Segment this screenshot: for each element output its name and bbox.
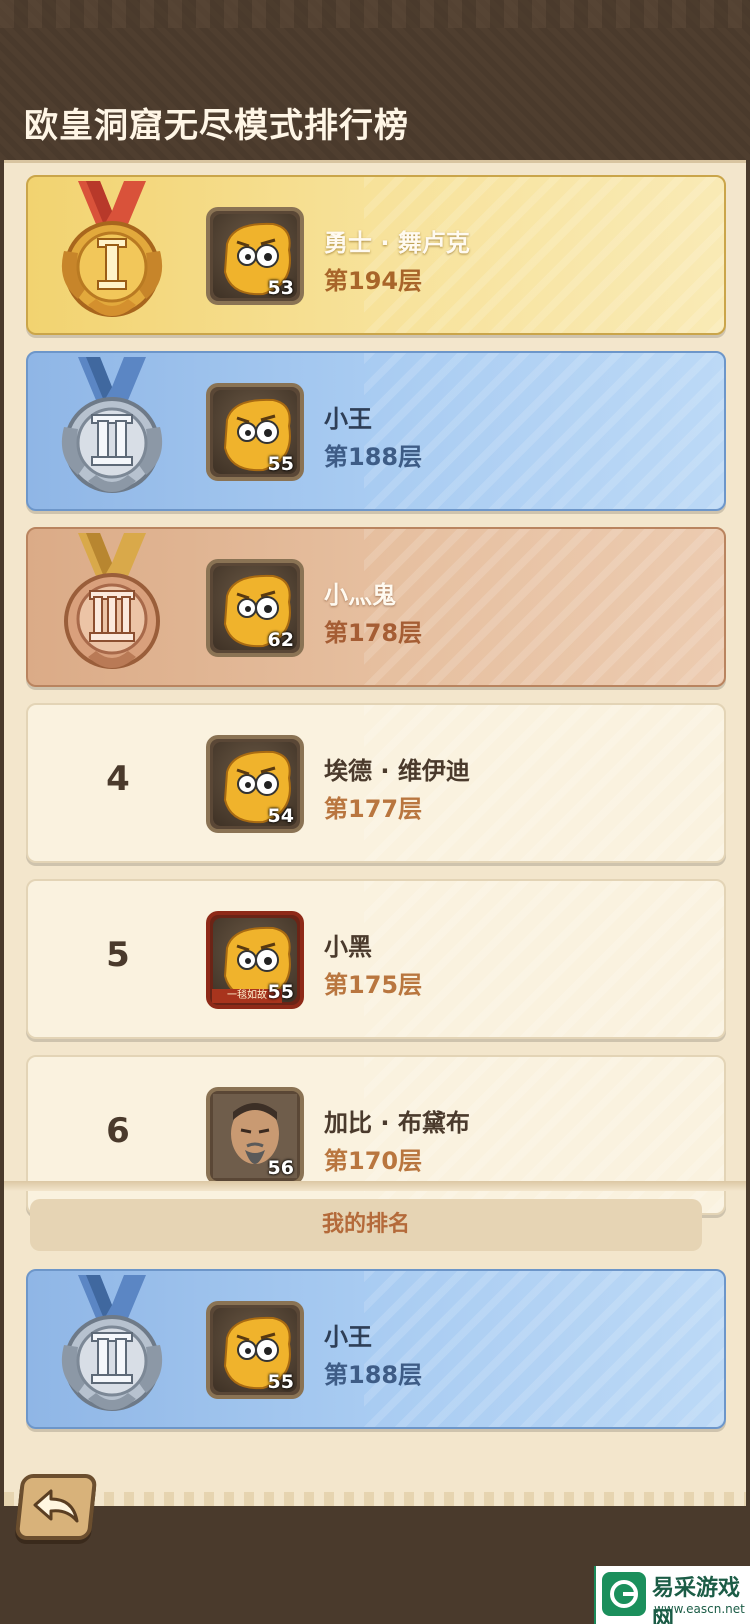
watermark: 易采游戏网 www.eascn.net <box>594 1566 750 1624</box>
list-divider <box>4 1181 746 1191</box>
leaderboard-row-1[interactable]: 53 勇士 · 舞卢克 第194层 <box>26 175 726 335</box>
row-decoration <box>364 881 724 1037</box>
gold-medal-icon <box>48 181 176 333</box>
rank-number: 4 <box>106 759 130 799</box>
player-name: 小王 <box>324 1323 372 1351</box>
leaderboard-row-5[interactable]: 5 一毯如故 55 小黑 第175层 <box>26 879 726 1039</box>
player-level: 55 <box>267 453 294 475</box>
player-floor: 第188层 <box>324 1361 423 1389</box>
silver-medal-icon <box>48 357 176 509</box>
silver-medal-icon <box>48 1275 176 1427</box>
player-floor: 第177层 <box>324 795 423 823</box>
row-decoration <box>364 529 724 685</box>
player-name: 埃德 · 维伊迪 <box>324 757 470 785</box>
player-floor: 第170层 <box>324 1147 423 1175</box>
player-level: 62 <box>267 629 294 651</box>
player-avatar[interactable]: 一毯如故 55 <box>206 911 304 1009</box>
player-name: 小王 <box>324 405 372 433</box>
watermark-logo-icon <box>602 1572 646 1616</box>
player-floor: 第178层 <box>324 619 423 647</box>
rank-number: 6 <box>106 1111 130 1151</box>
bronze-medal-icon <box>48 533 176 685</box>
leaderboard-row-6[interactable]: 6 56 加比 · 布黛布 第170层 <box>26 1055 726 1215</box>
player-avatar[interactable]: 54 <box>206 735 304 833</box>
player-avatar[interactable]: 55 <box>206 1301 304 1399</box>
rank-number: 5 <box>106 935 130 975</box>
back-arrow-icon <box>33 1489 79 1523</box>
player-floor: 第188层 <box>324 443 423 471</box>
player-name: 小灬鬼 <box>324 581 396 609</box>
player-level: 55 <box>267 1371 294 1393</box>
leaderboard-panel: 53 勇士 · 舞卢克 第194层 55 小王 第188层 62 小灬鬼 第17… <box>4 160 746 1506</box>
player-avatar[interactable]: 62 <box>206 559 304 657</box>
back-button[interactable] <box>14 1474 98 1540</box>
player-floor: 第175层 <box>324 971 423 999</box>
leaderboard-row-3[interactable]: 62 小灬鬼 第178层 <box>26 527 726 687</box>
player-level: 53 <box>267 277 294 299</box>
row-decoration <box>364 353 724 509</box>
player-level: 56 <box>267 1157 294 1179</box>
leaderboard-list[interactable]: 53 勇士 · 舞卢克 第194层 55 小王 第188层 62 小灬鬼 第17… <box>4 163 746 1223</box>
leaderboard-row-2[interactable]: 55 小王 第188层 <box>26 351 726 511</box>
player-avatar[interactable]: 56 <box>206 1087 304 1185</box>
my-rank-label: 我的排名 <box>30 1199 702 1251</box>
leaderboard-row-4[interactable]: 4 54 埃德 · 维伊迪 第177层 <box>26 703 726 863</box>
watermark-url: www.eascn.net <box>654 1602 745 1616</box>
player-name: 加比 · 布黛布 <box>324 1109 470 1137</box>
player-name: 小黑 <box>324 933 372 961</box>
player-name: 勇士 · 舞卢克 <box>324 229 470 257</box>
row-decoration <box>364 1271 724 1427</box>
player-avatar[interactable]: 55 <box>206 383 304 481</box>
player-level: 54 <box>267 805 294 827</box>
my-rank-row[interactable]: 55 小王 第188层 <box>26 1269 726 1429</box>
player-level: 55 <box>267 981 294 1003</box>
player-floor: 第194层 <box>324 267 423 295</box>
player-avatar[interactable]: 53 <box>206 207 304 305</box>
page-title: 欧皇洞窟无尽模式排行榜 <box>24 106 409 146</box>
